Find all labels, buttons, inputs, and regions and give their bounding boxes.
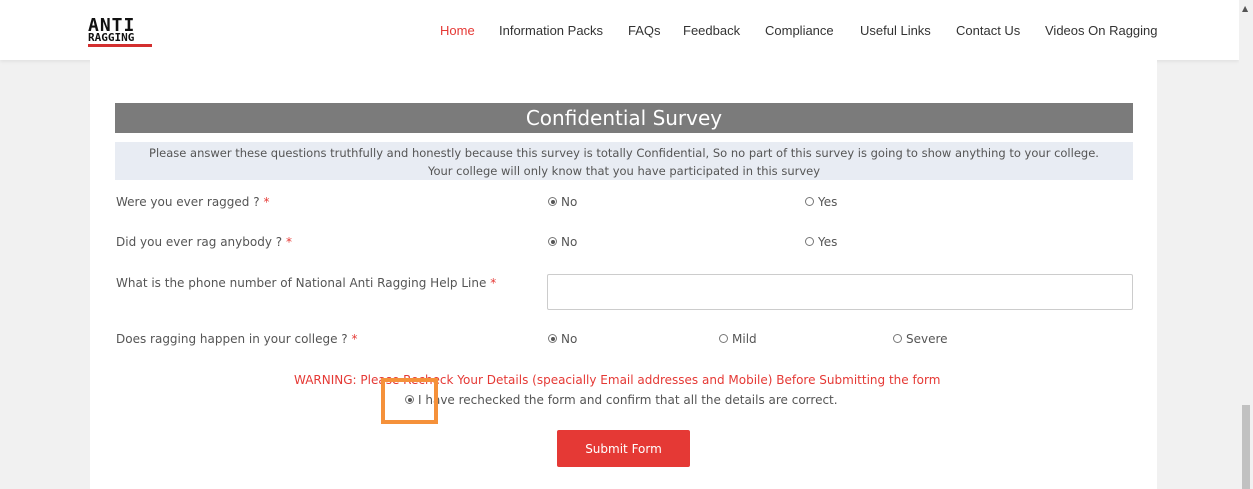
question-rag-anybody-label: Did you ever rag anybody ? * bbox=[116, 235, 292, 249]
anti-ragging-logo[interactable]: ANTI RAGGING bbox=[88, 15, 154, 47]
radio-ragging-mild[interactable]: Mild bbox=[719, 332, 757, 346]
scroll-up-icon[interactable]: ▲ bbox=[1242, 4, 1248, 13]
survey-title: Confidential Survey bbox=[115, 103, 1133, 133]
option-label: No bbox=[561, 235, 578, 249]
option-label: Yes bbox=[818, 235, 838, 249]
radio-empty-icon[interactable] bbox=[719, 334, 728, 343]
nav-videos-on-ragging[interactable]: Videos On Ragging bbox=[1045, 23, 1158, 38]
question-text: What is the phone number of National Ant… bbox=[116, 276, 487, 290]
radio-ragging-severe[interactable]: Severe bbox=[893, 332, 948, 346]
radio-selected-icon[interactable] bbox=[548, 237, 557, 246]
radio-rag-anybody-no[interactable]: No bbox=[548, 235, 577, 249]
option-label: No bbox=[561, 195, 578, 209]
question-helpline-label: What is the phone number of National Ant… bbox=[116, 276, 496, 290]
option-label: Yes bbox=[818, 195, 838, 209]
required-asterisk: * bbox=[285, 235, 292, 249]
submit-form-button[interactable]: Submit Form bbox=[557, 430, 690, 467]
option-label: Severe bbox=[906, 332, 948, 346]
question-text: Does ragging happen in your college ? bbox=[116, 332, 348, 346]
nav-compliance[interactable]: Compliance bbox=[765, 23, 834, 38]
radio-ever-ragged-no[interactable]: No bbox=[548, 195, 577, 209]
question-text: Did you ever rag anybody ? bbox=[116, 235, 283, 249]
question-ragging-in-college-label: Does ragging happen in your college ? * bbox=[116, 332, 357, 346]
radio-empty-icon[interactable] bbox=[893, 334, 902, 343]
highlight-box bbox=[381, 378, 438, 424]
required-asterisk: * bbox=[490, 276, 497, 290]
intro-line-1: Please answer these questions truthfully… bbox=[149, 146, 1099, 160]
radio-empty-icon[interactable] bbox=[805, 237, 814, 246]
required-asterisk: * bbox=[263, 195, 270, 209]
logo-underline bbox=[88, 44, 152, 47]
logo-text-ragging: RAGGING bbox=[88, 31, 135, 44]
option-label: Mild bbox=[732, 332, 757, 346]
page-scrollbar[interactable]: ▲ bbox=[1239, 0, 1253, 489]
survey-intro: Please answer these questions truthfully… bbox=[115, 142, 1133, 180]
intro-line-2: Your college will only know that you hav… bbox=[427, 164, 821, 178]
nav-home[interactable]: Home bbox=[440, 23, 475, 38]
nav-information-packs[interactable]: Information Packs bbox=[499, 23, 603, 38]
nav-useful-links[interactable]: Useful Links bbox=[860, 23, 931, 38]
question-ever-ragged-label: Were you ever ragged ? * bbox=[116, 195, 269, 209]
nav-contact-us[interactable]: Contact Us bbox=[956, 23, 1020, 38]
radio-ever-ragged-yes[interactable]: Yes bbox=[805, 195, 837, 209]
scrollbar-thumb[interactable] bbox=[1242, 405, 1250, 489]
helpline-phone-input[interactable] bbox=[547, 274, 1133, 310]
radio-selected-icon[interactable] bbox=[548, 197, 557, 206]
top-navigation-bar: ANTI RAGGING Home Information Packs FAQs… bbox=[0, 0, 1239, 60]
radio-rag-anybody-yes[interactable]: Yes bbox=[805, 235, 837, 249]
option-label: No bbox=[561, 332, 578, 346]
question-text: Were you ever ragged ? bbox=[116, 195, 260, 209]
nav-feedback[interactable]: Feedback bbox=[683, 23, 740, 38]
nav-faqs[interactable]: FAQs bbox=[628, 23, 661, 38]
radio-selected-icon[interactable] bbox=[548, 334, 557, 343]
radio-ragging-no[interactable]: No bbox=[548, 332, 577, 346]
confirm-details-radio[interactable]: I have rechecked the form and confirm th… bbox=[405, 393, 838, 407]
confirm-label: I have rechecked the form and confirm th… bbox=[418, 393, 838, 407]
radio-empty-icon[interactable] bbox=[805, 197, 814, 206]
required-asterisk: * bbox=[351, 332, 358, 346]
